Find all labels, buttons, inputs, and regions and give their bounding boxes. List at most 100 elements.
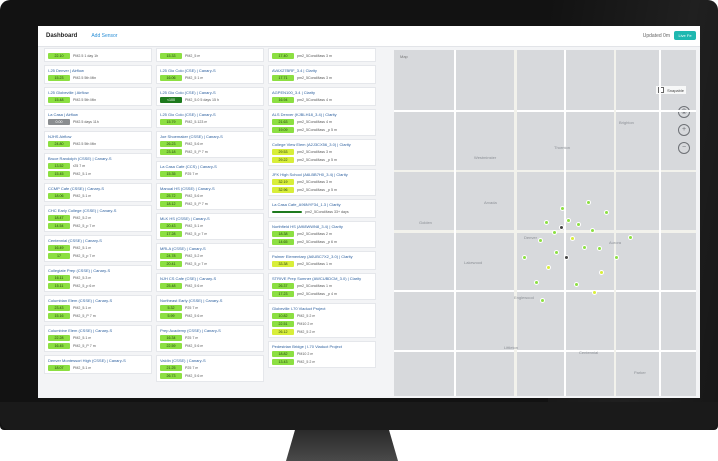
sensor-title[interactable]: I-25 Gio Colo (CSE) | Canary-S	[160, 68, 260, 73]
sensor-card[interactable]: Northeast Early (CSSE) | Canary-S 5.32 P25…	[156, 295, 264, 322]
sensor-marker-icon[interactable]	[552, 230, 557, 235]
sensor-card[interactable]: La Casa Cafe_A96NYF34_1.3 | Clarity pm2_5…	[268, 199, 376, 218]
sensor-title[interactable]: Joe Shoemaker (CSSE) | Canary-S	[160, 134, 260, 139]
sensor-card[interactable]: Bruce Randolph (CSSE) | Canary-S 13.52 r25…	[44, 153, 152, 180]
sensor-title[interactable]: Pedestrian Bridge | I-70 Viaduct Project	[272, 344, 372, 349]
sensor-card[interactable]: I-25 Gio Colo (CSE) | Canary-S 16.06 PM2_5…	[156, 65, 264, 84]
sensor-marker-icon[interactable]	[564, 255, 569, 260]
sensor-marker-icon[interactable]	[554, 250, 559, 255]
sensor-title[interactable]: I-25 Globeville | Airflow	[48, 90, 148, 95]
sensor-title[interactable]: La Casa | Airflow	[48, 112, 148, 117]
sensor-card[interactable]: MRLA (CSSE) | Canary-S 24.78 PM2_5.2 m 20.4…	[156, 243, 264, 270]
sensor-card[interactable]: College View Elem (A2J3CX56_3.0) | Clari…	[268, 139, 376, 166]
sensor-marker-icon[interactable]	[544, 220, 549, 225]
sensor-card[interactable]: AVAX27BRF_3.4 | Clarity 17.71 pm2_5ConcMas…	[268, 65, 376, 84]
sensor-title[interactable]: AVAX27BRF_3.4 | Clarity	[272, 68, 372, 73]
live-button[interactable]: Live Fe	[674, 31, 696, 40]
sensor-card[interactable]: 22.10 PM2.5 1 day 1h	[44, 48, 152, 62]
sensor-title[interactable]: Prep Academy (CSSE) | Canary-S	[160, 328, 260, 333]
sensor-marker-icon[interactable]	[559, 225, 564, 230]
add-sensor-link[interactable]: Add Sensor	[91, 33, 117, 39]
sensor-card[interactable]: Palmer Elementary (A6UBC7X2_3.0) | Clari…	[268, 251, 376, 270]
sensor-marker-icon[interactable]	[574, 282, 579, 287]
sensor-title[interactable]: NJH CS Cafe (CSE) | Canary-S	[160, 276, 260, 281]
sensor-title[interactable]: Collegiate Prep (CSSE) | Canary-S	[48, 268, 148, 273]
sensor-marker-icon[interactable]	[604, 210, 609, 215]
zoom-out-button[interactable]: −	[678, 142, 690, 154]
sensor-card[interactable]: 17.40 pm2_5ConcMass 3 m	[268, 48, 376, 62]
sensor-title[interactable]: La Casa Cafe_A96NYF34_1.3 | Clarity	[272, 202, 372, 207]
sensor-card[interactable]: I-25 Gio Colo (CSE) | Canary-S <100 PM2_5.…	[156, 87, 264, 106]
sensor-card[interactable]: Denver Montessori High (CSSE) | Canary-S…	[44, 355, 152, 374]
sensor-title[interactable]: ALS Denver (KJBLH18_3.4) | Clarity	[272, 112, 372, 117]
sensor-map[interactable]: Map Snapable ◉ + − Thornton Westminster Ar…	[394, 50, 696, 396]
sensor-title[interactable]: La Casa Cafe (CCS) | Canary-S	[160, 164, 260, 169]
sensor-title[interactable]: Columbine Elem (CSSE) | Canary-S	[48, 328, 148, 333]
sensor-title[interactable]: CCMP Cafe (CSSE) | Canary-S	[48, 186, 148, 191]
sensor-marker-icon[interactable]	[538, 238, 543, 243]
sensor-title[interactable]: Denver Montessori High (CSSE) | Canary-S	[48, 358, 148, 363]
sensor-title[interactable]: Centennial (CSSE) | Canary-S	[48, 238, 148, 243]
sensor-card[interactable]: Prep Academy (CSSE) | Canary-S 16.34 P25 7…	[156, 325, 264, 352]
sensor-marker-icon[interactable]	[534, 280, 539, 285]
sensor-title[interactable]: NJHS Airflow	[48, 134, 148, 139]
sensor-card[interactable]: La Casa Cafe (CCS) | Canary-S 15.35 P25 7 …	[156, 161, 264, 180]
sensor-marker-icon[interactable]	[614, 255, 619, 260]
sensor-card[interactable]: I-25 Denver | Airflow 15.23 PM2.5 5th Min	[44, 65, 152, 84]
sensor-card[interactable]: La Casa | Airflow 0.00 PM2.5 days 11h	[44, 109, 152, 128]
sensor-title[interactable]: JFK High School (A6LBB7H0_3.4) | Clarity	[272, 172, 372, 177]
sensor-card[interactable]: 15.33 PM2_5 m	[156, 48, 264, 62]
sensor-card[interactable]: Globeville I-70 Viaduct Project 10.82 PM2_…	[268, 303, 376, 338]
sensor-marker-icon[interactable]	[590, 228, 595, 233]
sensor-marker-icon[interactable]	[566, 218, 571, 223]
sensor-title[interactable]: STRIVE Prep Sumner (AWCUBDCM_3.0) | Clar…	[272, 276, 372, 281]
sensor-title[interactable]: Northfield HS (A9I8WWN8_3.4) | Clarity	[272, 224, 372, 229]
sensor-card[interactable]: CCMP Cafe (CSSE) | Canary-S 18.06 PM2_5.1 …	[44, 183, 152, 202]
sensor-card[interactable]: MLK HS (CSSE) | Canary-S 20.43 PM2_5.1 m 17…	[156, 213, 264, 240]
sensor-title[interactable]: Globeville I-70 Viaduct Project	[272, 306, 372, 311]
sensor-card[interactable]: Manual HS (CSSE) | Canary-S 25.72 PM2_5.6 …	[156, 183, 264, 210]
sensor-marker-icon[interactable]	[586, 200, 591, 205]
sensor-card[interactable]: Collegiate Prep (CSSE) | Canary-S 16.11 PM…	[44, 265, 152, 292]
sensor-card[interactable]: Northfield HS (A9I8WWN8_3.4) | Clarity 18…	[268, 221, 376, 248]
sensor-title[interactable]: Northeast Early (CSSE) | Canary-S	[160, 298, 260, 303]
sensor-title[interactable]: MRLA (CSSE) | Canary-S	[160, 246, 260, 251]
sensor-marker-icon[interactable]	[576, 222, 581, 227]
sensor-card[interactable]: CHC Early College (CSSE) | Canary-S 18.47…	[44, 205, 152, 232]
sensor-card[interactable]: ALS Denver (KJBLH18_3.4) | Clarity 21.63 p…	[268, 109, 376, 136]
sensor-card[interactable]: I-25 Globeville | Airflow 15.48 PM2.5 5th …	[44, 87, 152, 106]
sensor-marker-icon[interactable]	[560, 206, 565, 211]
sensor-title[interactable]: I-25 Gio Colo (CSE) | Canary-S	[160, 112, 260, 117]
sensor-title[interactable]: College View Elem (A2J3CX56_3.0) | Clari…	[272, 142, 372, 147]
sensor-title[interactable]: Manual HS (CSSE) | Canary-S	[160, 186, 260, 191]
sensor-card[interactable]: Joe Shoemaker (CSSE) | Canary-S 26.23 PM2_…	[156, 131, 264, 158]
sensor-card[interactable]: I-25 Gio Colo (CSE) | Canary-S 15.79 PM2_5…	[156, 109, 264, 128]
sensor-marker-icon[interactable]	[597, 246, 602, 251]
sensor-title[interactable]: I-25 Gio Colo (CSE) | Canary-S	[160, 90, 260, 95]
sensor-card[interactable]: STRIVE Prep Sumner (AWCUBDCM_3.0) | Clar…	[268, 273, 376, 300]
sensor-marker-icon[interactable]	[546, 265, 551, 270]
sensor-card[interactable]: Columbine Elem (CSSE) | Canary-S 22.28 PM2…	[44, 325, 152, 352]
sensor-card[interactable]: AGPEN100_3.4 | Clarity 16.94 pm2_5ConcMass…	[268, 87, 376, 106]
sensor-title[interactable]: Palmer Elementary (A6UBC7X2_3.0) | Clari…	[272, 254, 372, 259]
locate-icon[interactable]: ◉	[678, 106, 690, 118]
sensor-title[interactable]: AGPEN100_3.4 | Clarity	[272, 90, 372, 95]
sensor-marker-icon[interactable]	[522, 255, 527, 260]
sensor-marker-icon[interactable]	[582, 245, 587, 250]
sensor-title[interactable]: CHC Early College (CSSE) | Canary-S	[48, 208, 148, 213]
zoom-in-button[interactable]: +	[678, 124, 690, 136]
sensor-marker-icon[interactable]	[540, 298, 545, 303]
sensor-title[interactable]: MLK HS (CSSE) | Canary-S	[160, 216, 260, 221]
sensor-title[interactable]: Valdin (CSSE) | Canary-S	[160, 358, 260, 363]
sensor-card[interactable]: JFK High School (A6LBB7H0_3.4) | Clarity…	[268, 169, 376, 196]
sensor-title[interactable]: Bruce Randolph (CSSE) | Canary-S	[48, 156, 148, 161]
sensor-card[interactable]: Columbian Elem (CSSE) | Canary-S 23.43 PM2…	[44, 295, 152, 322]
sensor-card[interactable]: Pedestrian Bridge | I-70 Viaduct Project…	[268, 341, 376, 368]
sensor-card[interactable]: Valdin (CSSE) | Canary-S 21.25 P25 7 m 26.7…	[156, 355, 264, 382]
sensor-title[interactable]: Columbian Elem (CSSE) | Canary-S	[48, 298, 148, 303]
sensor-card[interactable]: Centennial (CSSE) | Canary-S 16.49 PM2_5.1…	[44, 235, 152, 262]
sensor-card[interactable]: NJHS Airflow 24.80 PM2.5 5th Min	[44, 131, 152, 150]
sensor-card[interactable]: NJH CS Cafe (CSE) | Canary-S 25.48 PM2_5 6…	[156, 273, 264, 292]
sensor-marker-icon[interactable]	[570, 236, 575, 241]
sensor-title[interactable]: I-25 Denver | Airflow	[48, 68, 148, 73]
